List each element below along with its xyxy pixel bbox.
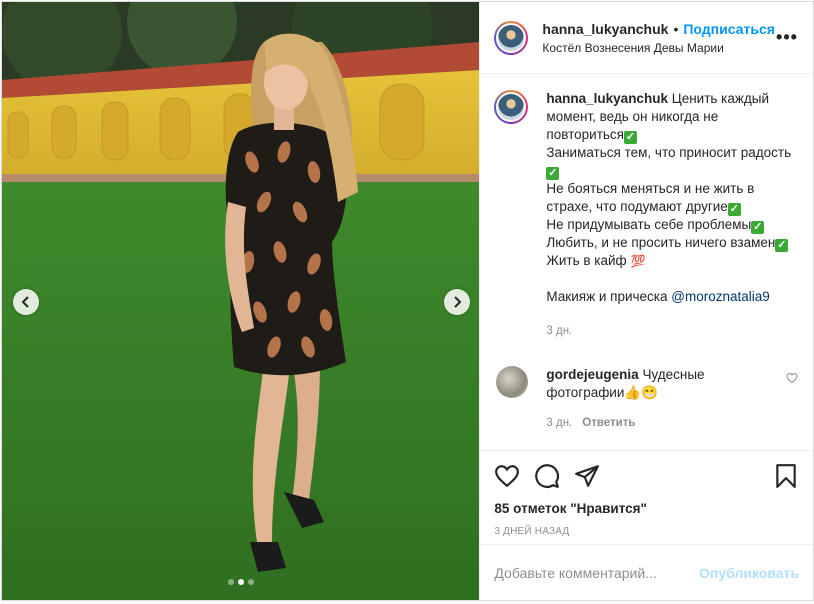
carousel-indicator — [2, 579, 479, 585]
comment-item: gordejeugenia Чудесные фотографии👍😁 3 дн… — [494, 366, 799, 432]
commenter-username[interactable]: gordejeugenia — [546, 367, 638, 382]
post-header: hanna_lukyanchuk • Подписаться Костёл Во… — [480, 2, 813, 74]
caption-line-3: Не бояться меняться и не жить в страхе, … — [546, 181, 755, 214]
add-comment-bar: Опубликовать — [480, 544, 813, 600]
hundred-emoji-icon: 💯 — [630, 254, 646, 268]
bookmark-icon[interactable] — [773, 463, 799, 489]
post-side-panel: hanna_lukyanchuk • Подписаться Костёл Во… — [479, 2, 813, 600]
chevron-right-icon — [454, 296, 462, 308]
caption-time[interactable]: 3 дн. — [546, 325, 572, 337]
caption-author[interactable]: hanna_lukyanchuk — [546, 91, 668, 106]
instagram-post: hanna_lukyanchuk • Подписаться Костёл Во… — [1, 1, 814, 601]
photo-image — [2, 2, 480, 600]
follow-button[interactable]: Подписаться — [683, 21, 775, 37]
more-options-icon[interactable]: ••• — [775, 27, 799, 48]
previous-slide-button[interactable] — [13, 289, 39, 315]
comment-like-heart-icon[interactable] — [785, 372, 799, 384]
carousel-dot — [247, 579, 254, 585]
caption-line-2: Заниматься тем, что приносит радость — [546, 145, 792, 160]
comments-section: hanna_lukyanchuk Ценить каждый момент, в… — [480, 74, 813, 450]
caption: hanna_lukyanchuk Ценить каждый момент, в… — [494, 90, 799, 340]
heart-icon[interactable] — [494, 463, 520, 489]
action-bar: 85 отметок "Нравится" 3 дней назад — [480, 450, 813, 544]
publish-button[interactable]: Опубликовать — [699, 565, 799, 581]
post-location[interactable]: Костёл Вознесения Девы Марии — [542, 41, 775, 55]
check-mark-icon: ✓ — [546, 167, 560, 180]
comment-input[interactable] — [494, 564, 700, 581]
caption-author-avatar[interactable] — [494, 90, 529, 124]
caption-line-6: Жить в кайф — [546, 253, 627, 268]
commenter-avatar[interactable] — [496, 366, 529, 398]
caption-line-4: Не придумывать себе проблемы — [546, 217, 752, 232]
chevron-left-icon — [21, 296, 29, 308]
reply-button[interactable]: Ответить — [582, 417, 635, 429]
check-mark-icon: ✓ — [775, 239, 789, 252]
carousel-dot-active — [237, 579, 244, 585]
author-username[interactable]: hanna_lukyanchuk — [542, 21, 668, 37]
caption-line-5: Любить, и не просить ничего взамен — [546, 235, 776, 250]
check-mark-icon: ✓ — [623, 131, 637, 144]
caption-credit: Макияж и прическа — [546, 289, 672, 304]
next-slide-button[interactable] — [444, 289, 470, 315]
share-icon[interactable] — [574, 463, 600, 489]
check-mark-icon: ✓ — [727, 203, 741, 216]
post-date: 3 дней назад — [494, 526, 570, 537]
check-mark-icon: ✓ — [751, 221, 765, 234]
separator-dot: • — [673, 20, 679, 37]
author-avatar[interactable] — [494, 20, 529, 55]
post-photo[interactable] — [2, 2, 480, 600]
comment-emoji: 👍😁 — [624, 385, 659, 400]
comment-time[interactable]: 3 дн. — [546, 417, 572, 429]
mention-link[interactable]: @moroznatalia9 — [671, 289, 770, 304]
likes-count[interactable]: 85 отметок "Нравится" — [494, 501, 799, 516]
carousel-dot — [227, 579, 234, 585]
comment-icon[interactable] — [534, 463, 560, 489]
